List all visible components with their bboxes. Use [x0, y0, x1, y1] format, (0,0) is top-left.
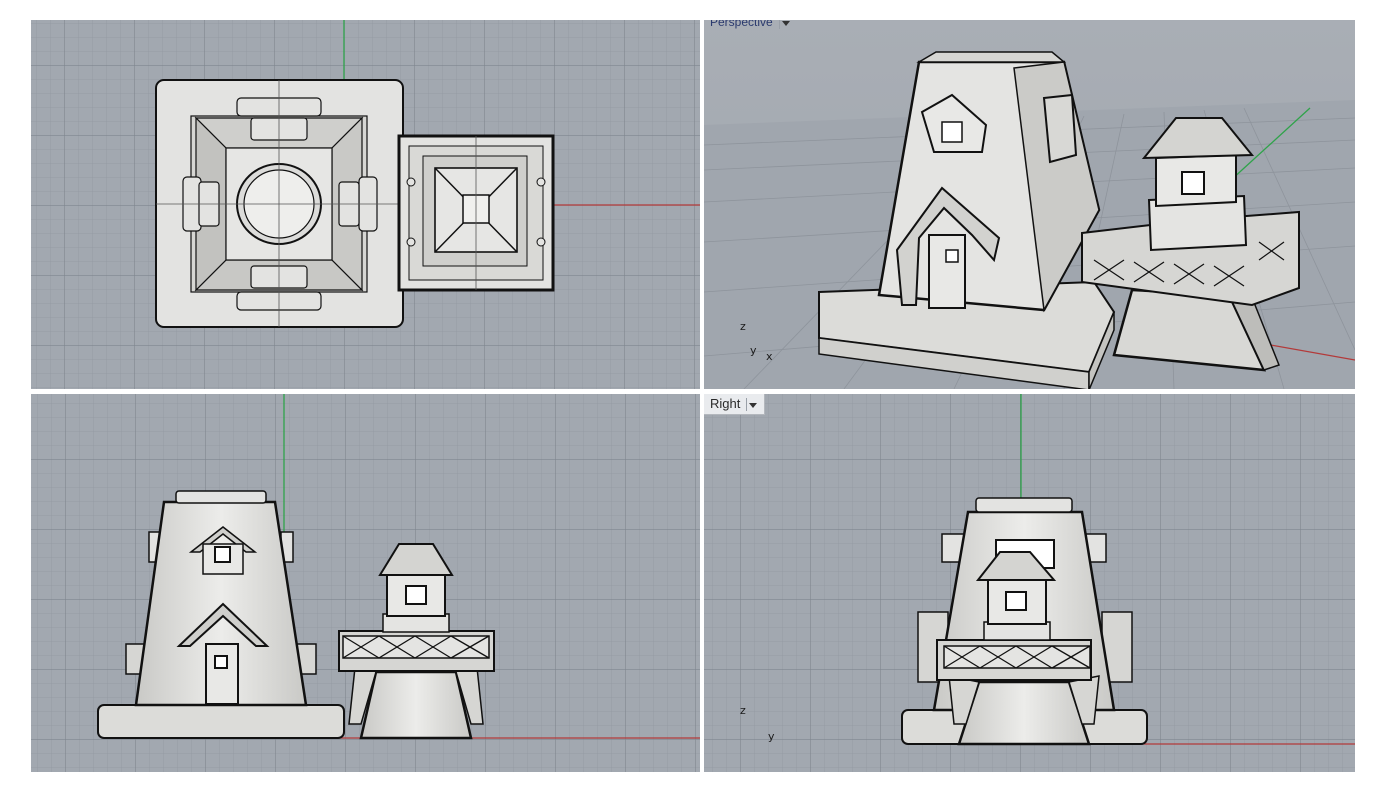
viewport-right[interactable]: Right z y — [704, 394, 1355, 772]
viewport-front[interactable] — [31, 394, 700, 772]
viewport-label-perspective[interactable]: Perspective — [704, 20, 797, 32]
perspective-label-text: Perspective — [710, 20, 773, 29]
axis-label-y: y — [768, 730, 775, 743]
axis-label-z: z — [740, 704, 746, 717]
top-view-canvas[interactable] — [31, 20, 700, 389]
right-view-canvas[interactable] — [704, 394, 1355, 772]
viewport-perspective[interactable]: Perspective z y x — [704, 20, 1355, 389]
axis-label-x: x — [766, 350, 773, 363]
chevron-down-icon[interactable] — [778, 20, 791, 29]
axis-label-y: y — [750, 344, 757, 357]
tower-top-view — [155, 79, 404, 328]
front-view-canvas[interactable] — [31, 394, 700, 772]
chevron-down-icon[interactable] — [746, 397, 758, 411]
right-label-text: Right — [710, 396, 741, 411]
perspective-view-canvas[interactable] — [704, 20, 1355, 389]
lighthouse-top-view — [397, 134, 555, 292]
viewport-label-right[interactable]: Right — [704, 394, 766, 415]
axis-label-z: z — [740, 320, 746, 333]
viewport-top[interactable] — [31, 20, 700, 389]
